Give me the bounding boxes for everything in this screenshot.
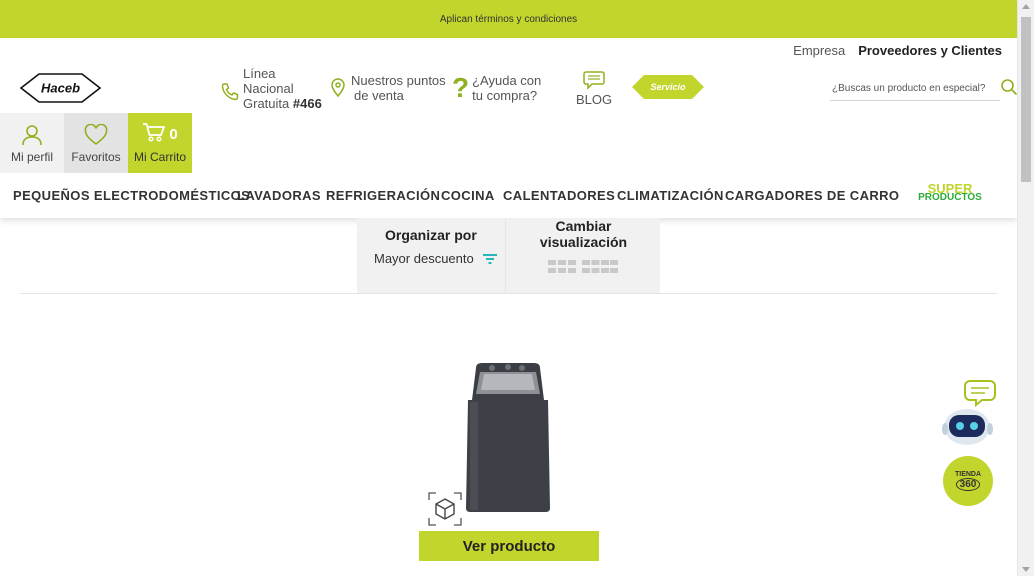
ver-producto-button[interactable]: Ver producto — [419, 531, 599, 561]
ayuda-compra[interactable]: ? ¿Ayuda con tu compra? — [452, 73, 541, 103]
grid-4-columns-icon[interactable] — [582, 260, 618, 274]
promo-bar[interactable]: Aplican términos y condiciones — [0, 0, 1017, 38]
search-input[interactable] — [830, 77, 1000, 101]
question-icon: ? — [452, 72, 470, 103]
proveedores-link[interactable]: Proveedores y Clientes — [858, 43, 1002, 58]
nav-item-pequenos[interactable]: PEQUEÑOS ELECTRODOMÉSTICOS — [13, 188, 250, 203]
scroll-up-arrow[interactable] — [1022, 4, 1030, 9]
blog-label: BLOG — [575, 92, 613, 107]
tienda-360-label: 360 — [955, 478, 981, 491]
empresa-link[interactable]: Empresa — [793, 43, 845, 58]
linea-nacional[interactable]: Línea Nacional Gratuita #466 — [220, 66, 322, 111]
haceb-logo[interactable]: Haceb — [15, 72, 106, 104]
super-productos-link[interactable]: SUPER PRODUCTOS — [915, 182, 985, 203]
main-nav: PEQUEÑOS ELECTRODOMÉSTICOS LAVADORAS REF… — [0, 188, 1017, 204]
filter-icon[interactable] — [482, 252, 498, 266]
chat-bubble-icon — [583, 71, 605, 90]
puntos-text: Nuestros puntos de venta — [351, 73, 446, 103]
phone-icon — [221, 82, 239, 100]
promo-text[interactable]: Aplican términos y condiciones — [440, 14, 577, 25]
organizar-por[interactable]: Organizar por Mayor descuento — [357, 218, 505, 293]
linea-line2: Nacional — [243, 81, 294, 96]
visualizacion-title: Cambiar visualización — [506, 218, 661, 250]
3d-view-icon[interactable] — [428, 492, 462, 526]
search-bar — [830, 75, 1020, 103]
blog-link[interactable]: BLOG — [575, 70, 613, 107]
logo-text: Haceb — [41, 81, 80, 96]
grid-3-columns-icon[interactable] — [548, 260, 576, 274]
heart-icon — [84, 124, 108, 146]
nav-item-cocina[interactable]: COCINA — [441, 188, 495, 203]
linea-text: Línea Nacional Gratuita #466 — [243, 66, 322, 111]
puntos-line2: de venta — [354, 88, 404, 103]
washing-machine-image[interactable] — [458, 360, 558, 514]
favoritos-button[interactable]: Favoritos — [64, 113, 128, 173]
ayuda-text: ¿Ayuda con tu compra? — [472, 73, 541, 103]
puntos-de-venta[interactable]: Nuestros puntos de venta — [330, 73, 446, 103]
carrito-label: Mi Carrito — [133, 150, 186, 164]
scroll-down-arrow[interactable] — [1022, 567, 1030, 572]
ayuda-line1: ¿Ayuda con — [472, 73, 542, 88]
nav-item-calentadores[interactable]: CALENTADORES — [503, 188, 615, 203]
visualizacion-line2: visualización — [539, 234, 628, 250]
scrollbar-thumb[interactable] — [1021, 17, 1031, 182]
nav-item-climatizacion[interactable]: CLIMATIZACIÓN — [617, 188, 724, 203]
chatbot-robot-icon[interactable] — [940, 379, 998, 445]
cart-count: 0 — [169, 125, 178, 143]
visualizacion-line1: Cambiar — [555, 218, 612, 234]
page: Aplican términos y condiciones Empresa P… — [0, 0, 1034, 576]
vertical-scrollbar[interactable] — [1017, 0, 1034, 576]
servicio-label: Servicio — [650, 82, 686, 92]
favoritos-label: Favoritos — [71, 150, 121, 164]
organizar-value[interactable]: Mayor descuento — [374, 251, 474, 266]
ayuda-line2: tu compra? — [472, 88, 538, 103]
ver-producto-label: Ver producto — [462, 537, 556, 555]
perfil-label: Mi perfil — [10, 150, 53, 164]
nav-item-lavadoras[interactable]: LAVADORAS — [237, 188, 321, 203]
top-links: Empresa Proveedores y Clientes — [793, 43, 1002, 58]
content-divider — [20, 293, 997, 294]
servicio-badge[interactable]: Servicio — [630, 74, 706, 100]
nav-item-refrigeracion[interactable]: REFRIGERACIÓN — [326, 188, 440, 203]
site-header: Empresa Proveedores y Clientes Haceb Lín… — [0, 38, 1020, 218]
cart-icon — [143, 123, 166, 142]
organizar-title: Organizar por — [385, 227, 477, 243]
mi-perfil-button[interactable]: Mi perfil — [0, 113, 64, 173]
tienda-label: TIENDA — [954, 471, 982, 478]
mi-carrito-button[interactable]: 0 Mi Carrito — [128, 113, 192, 173]
linea-line1: Línea — [243, 66, 276, 81]
tienda-360-button[interactable]: TIENDA 360 — [943, 456, 993, 506]
linea-line3: Gratuita — [243, 96, 290, 111]
search-icon[interactable] — [1000, 78, 1018, 96]
filter-panel: Organizar por Mayor descuento Cambiar vi… — [357, 218, 660, 293]
productos-label: PRODUCTOS — [918, 192, 982, 203]
linea-number: #466 — [292, 96, 322, 111]
location-pin-icon — [331, 78, 345, 98]
puntos-line1: Nuestros puntos — [351, 73, 446, 88]
nav-item-cargadores[interactable]: CARGADORES DE CARRO — [725, 188, 899, 203]
cambiar-visualizacion: Cambiar visualización — [505, 218, 660, 293]
user-icon — [22, 125, 42, 146]
